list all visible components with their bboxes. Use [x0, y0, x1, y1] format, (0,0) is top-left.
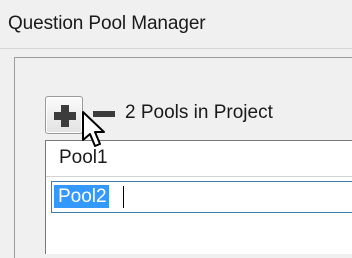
text-caret	[123, 186, 124, 208]
mouse-pointer-icon	[82, 111, 105, 147]
title-divider	[0, 48, 352, 49]
pool-list[interactable]: Pool1 Pool2	[45, 140, 352, 254]
plus-icon	[54, 105, 76, 127]
add-pool-button[interactable]	[45, 96, 83, 134]
pool-name-edit-field[interactable]: Pool2	[51, 181, 352, 213]
window-title: Question Pool Manager	[8, 13, 206, 34]
pool-count-label: 2 Pools in Project	[125, 102, 273, 123]
selected-text: Pool2	[54, 185, 109, 208]
list-item-label: Pool1	[59, 147, 108, 168]
